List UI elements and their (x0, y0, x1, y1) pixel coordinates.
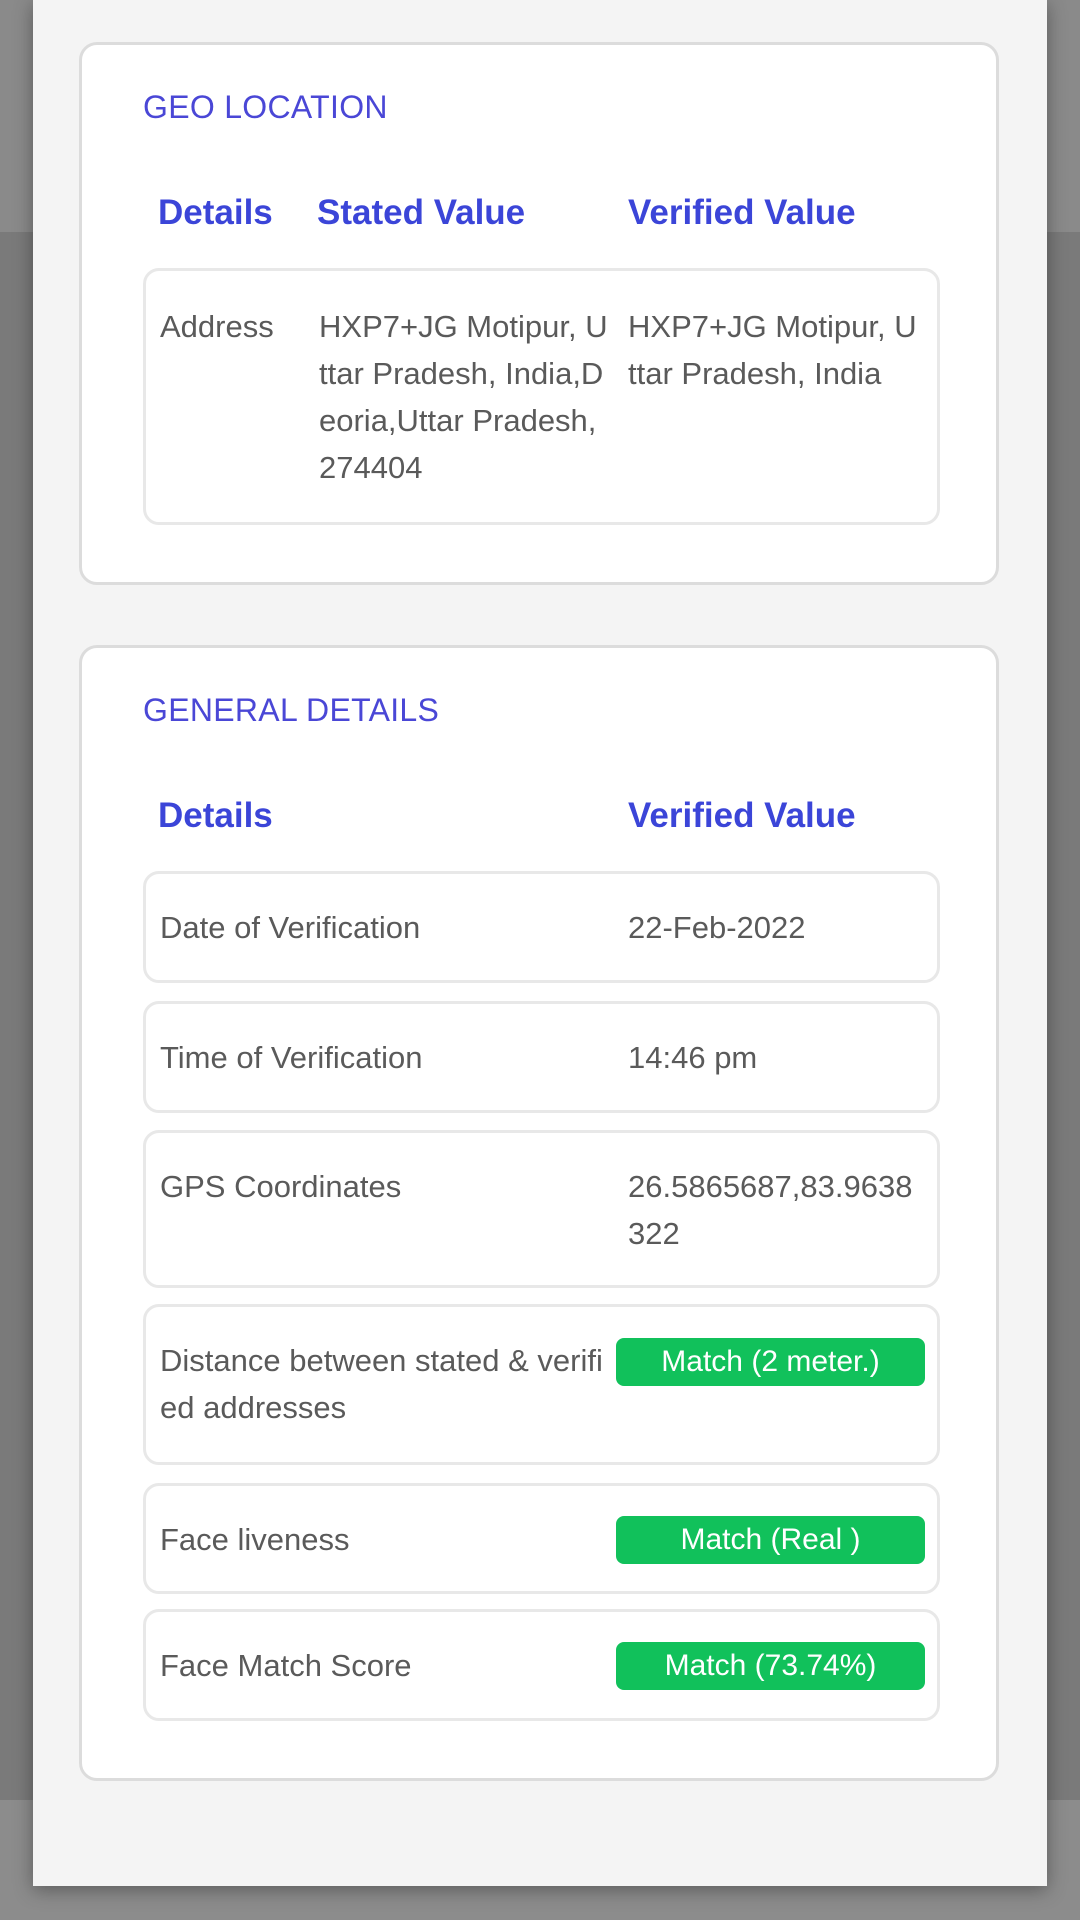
distance-match-badge: Match (2 meter.) (616, 1338, 925, 1386)
table-row: Distance between stated & verified addre… (143, 1304, 940, 1465)
date-of-verification-label: Date of Verification (160, 910, 421, 945)
table-row: Face Match Score Match (73.74%) (143, 1609, 940, 1721)
face-match-score-label: Face Match Score (160, 1648, 412, 1683)
date-of-verification-value: 22-Feb-2022 (628, 910, 806, 945)
time-of-verification-value: 14:46 pm (628, 1040, 758, 1075)
geo-details-header: Details (158, 193, 273, 232)
face-liveness-label: Face liveness (160, 1522, 350, 1557)
address-stated-value: HXP7+JG Motipur, Uttar Pradesh, India,De… (319, 309, 608, 485)
address-verified-value: HXP7+JG Motipur, Uttar Pradesh, India (628, 309, 917, 391)
geo-address-row: Address HXP7+JG Motipur, Uttar Pradesh, … (143, 268, 940, 525)
address-label: Address (160, 309, 274, 344)
table-row: Date of Verification 22-Feb-2022 (143, 871, 940, 983)
table-row: GPS Coordinates 26.5865687,83.9638322 (143, 1130, 940, 1288)
general-details-title: GENERAL DETAILS (143, 692, 440, 728)
table-row: Face liveness Match (Real ) (143, 1483, 940, 1594)
geo-location-title: GEO LOCATION (143, 89, 388, 125)
face-liveness-badge: Match (Real ) (616, 1516, 925, 1564)
general-details-header: Details (158, 796, 273, 835)
time-of-verification-label: Time of Verification (160, 1040, 423, 1075)
face-match-score-badge: Match (73.74%) (616, 1642, 925, 1690)
table-row: Time of Verification 14:46 pm (143, 1001, 940, 1113)
gps-coordinates-value: 26.5865687,83.9638322 (628, 1169, 913, 1251)
verification-report-modal[interactable]: GEO LOCATION Details Stated Value Verifi… (33, 0, 1047, 1886)
general-verified-value-header: Verified Value (628, 796, 856, 835)
gps-coordinates-label: GPS Coordinates (160, 1169, 402, 1204)
geo-verified-value-header: Verified Value (628, 193, 856, 232)
distance-label: Distance between stated & verified addre… (160, 1343, 603, 1425)
general-details-card: GENERAL DETAILS Details Verified Value D… (79, 645, 999, 1781)
geo-stated-value-header: Stated Value (317, 193, 526, 232)
geo-location-card: GEO LOCATION Details Stated Value Verifi… (79, 42, 999, 585)
